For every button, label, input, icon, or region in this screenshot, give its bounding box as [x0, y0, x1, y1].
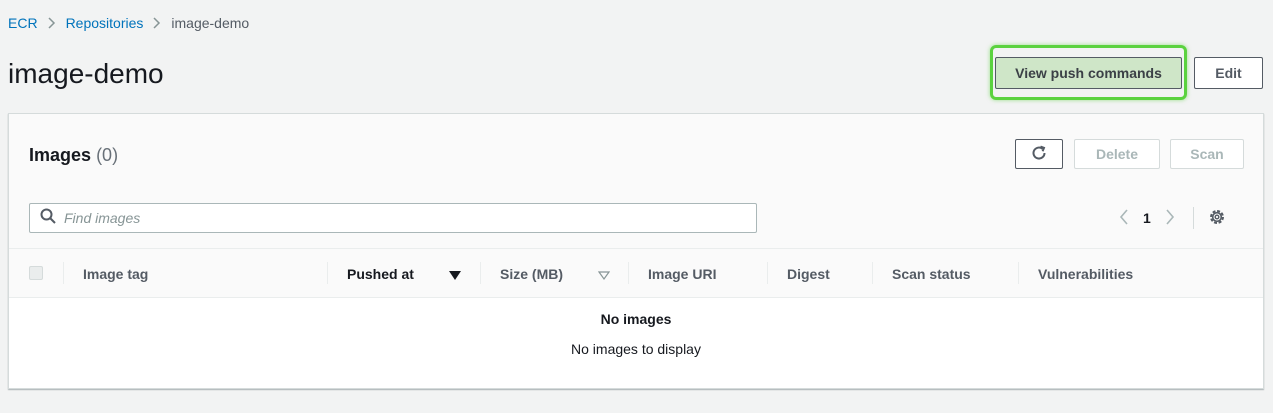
panel-header: Images (0) Delete Scan Find images 1	[9, 114, 1263, 249]
breadcrumb-repositories[interactable]: Repositories	[66, 15, 144, 31]
column-image-tag[interactable]: Image tag	[63, 249, 149, 298]
column-divider	[63, 262, 64, 284]
column-vulnerabilities[interactable]: Vulnerabilities	[1018, 249, 1134, 298]
images-panel: Images (0) Delete Scan Find images 1 Ima…	[8, 113, 1264, 389]
empty-state-message: No images to display	[571, 341, 701, 357]
edit-button[interactable]: Edit	[1194, 57, 1263, 89]
column-divider	[628, 262, 629, 284]
breadcrumb-ecr[interactable]: ECR	[8, 15, 38, 31]
empty-state-title: No images	[600, 311, 672, 327]
sort-icon	[597, 268, 611, 284]
chevron-left-icon[interactable]	[1119, 208, 1129, 228]
scan-button[interactable]: Scan	[1170, 139, 1244, 169]
view-push-commands-label: View push commands	[995, 56, 1182, 89]
column-divider	[327, 262, 328, 284]
chevron-right-icon	[48, 17, 56, 29]
refresh-button[interactable]	[1015, 139, 1063, 169]
column-label: Scan status	[892, 265, 971, 282]
search-field	[29, 203, 757, 233]
column-divider	[872, 262, 873, 284]
panel-title-text: Images	[29, 145, 92, 165]
column-size[interactable]: Size (MB)	[480, 249, 611, 298]
table-header: Image tag Pushed at Size (MB) Image URI …	[9, 249, 1263, 298]
chevron-right-icon[interactable]	[1165, 208, 1175, 228]
search-icon	[40, 208, 56, 229]
pagination: 1	[1119, 207, 1226, 229]
delete-button[interactable]: Delete	[1074, 139, 1160, 169]
breadcrumb: ECR Repositories image-demo	[8, 14, 249, 32]
column-label: Digest	[787, 265, 830, 282]
page-title: image-demo	[8, 58, 164, 89]
column-divider	[767, 262, 768, 284]
column-label: Size (MB)	[500, 265, 563, 282]
column-label: Image URI	[648, 265, 717, 282]
column-divider	[1018, 262, 1019, 284]
search-input[interactable]	[64, 210, 744, 226]
select-all-checkbox[interactable]	[29, 266, 43, 280]
view-push-commands-button[interactable]: View push commands	[990, 45, 1187, 100]
breadcrumb-current: image-demo	[171, 15, 250, 31]
page-number[interactable]: 1	[1143, 210, 1151, 226]
column-image-uri[interactable]: Image URI	[628, 249, 717, 298]
sort-desc-icon	[449, 268, 461, 284]
pager-divider	[1192, 207, 1194, 229]
column-pushed-at[interactable]: Pushed at	[327, 249, 477, 298]
column-label: Pushed at	[347, 265, 414, 282]
column-digest[interactable]: Digest	[767, 249, 830, 298]
column-divider	[480, 262, 481, 284]
column-label: Image tag	[83, 265, 149, 282]
column-scan-status[interactable]: Scan status	[872, 249, 971, 298]
gear-icon[interactable]	[1208, 208, 1226, 229]
refresh-icon	[1030, 144, 1048, 165]
column-label: Vulnerabilities	[1038, 265, 1134, 282]
image-count: (0)	[96, 145, 119, 165]
panel-title: Images (0)	[29, 145, 118, 166]
chevron-right-icon	[153, 17, 161, 29]
